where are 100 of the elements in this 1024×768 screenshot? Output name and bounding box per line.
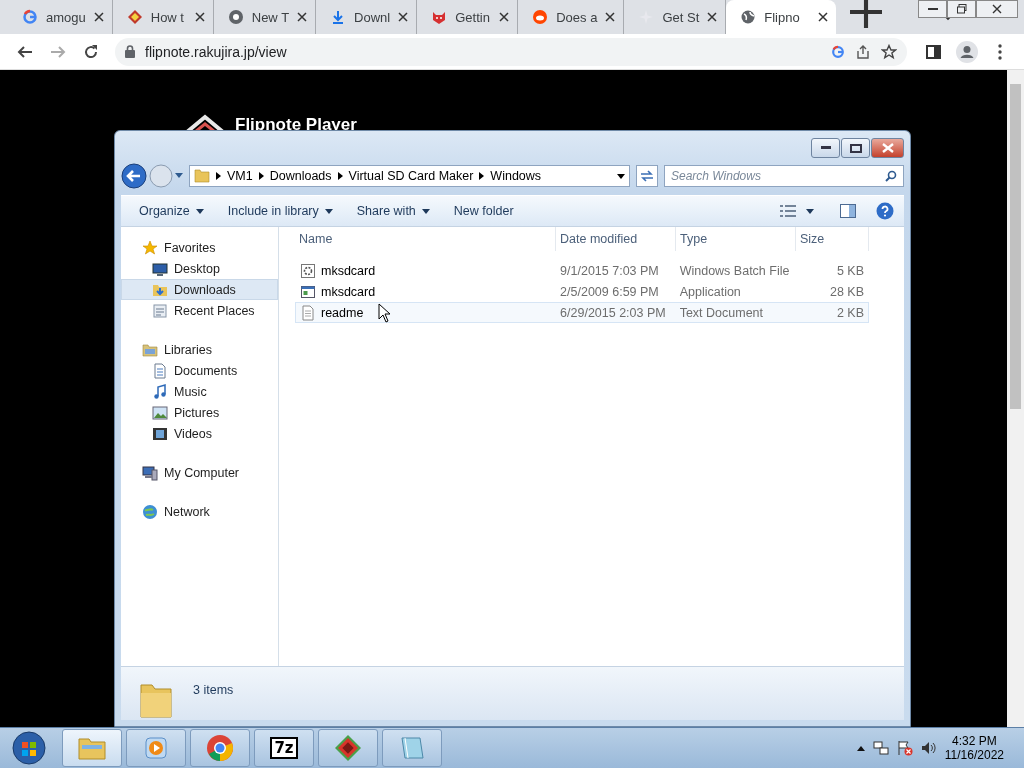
side-panel-icon[interactable] (926, 44, 941, 59)
file-row[interactable]: mksdcard 9/1/2015 7:03 PM Windows Batch File 5 KB (295, 260, 869, 281)
nav-group[interactable]: Network (121, 501, 278, 522)
date-cell-text: 2/5/2009 6:59 PM (559, 284, 660, 299)
nav-item[interactable]: Recent Places (121, 300, 278, 321)
back-icon[interactable] (121, 163, 147, 189)
application-icon (300, 283, 316, 300)
star-icon[interactable] (881, 43, 897, 60)
file-name: mksdcard (321, 284, 376, 299)
flag-icon[interactable] (896, 740, 913, 756)
breadcrumb-item[interactable]: Windows (490, 169, 542, 183)
minimize-icon (820, 146, 831, 150)
size-cell-text: 28 KB (828, 284, 865, 299)
file-name: mksdcard (321, 263, 376, 278)
address-field[interactable]: VM1 Downloads Virtual SD Card Maker Windows (189, 165, 630, 187)
nav-item[interactable]: Documents (121, 360, 278, 381)
page-heading: Flipnote Player (235, 115, 357, 135)
maximize-button[interactable] (841, 138, 870, 158)
browser-tab[interactable]: Flipno (726, 0, 837, 34)
toolbar-button[interactable]: Include in library (219, 200, 341, 222)
address-bar[interactable]: flipnote.rakujira.jp/view (115, 37, 907, 66)
taskbar-button[interactable]: 7z (254, 729, 314, 767)
toolbar-button[interactable]: Organize (131, 200, 212, 222)
chevron-right-icon[interactable] (337, 172, 343, 180)
breadcrumb-item[interactable]: VM1 (227, 169, 253, 183)
refresh-icon[interactable] (636, 165, 658, 187)
restore-button[interactable] (947, 0, 976, 18)
nav-item[interactable]: Pictures (121, 402, 278, 423)
chevron-right-icon[interactable] (479, 172, 485, 180)
desktop-icon (152, 260, 168, 277)
toolbar-button[interactable]: Share with (348, 200, 438, 222)
close-icon[interactable] (605, 12, 616, 22)
type-cell-text: Windows Batch File (678, 263, 791, 278)
nav-group[interactable]: Favorites (121, 237, 278, 258)
column-header[interactable]: Date modified (556, 227, 676, 251)
close-button[interactable] (871, 138, 904, 158)
back-icon[interactable] (16, 43, 33, 60)
close-icon[interactable] (93, 12, 104, 22)
close-icon[interactable] (818, 12, 829, 22)
music-icon (152, 383, 168, 400)
dropdown-icon[interactable] (617, 173, 625, 179)
close-icon[interactable] (297, 12, 308, 22)
network-icon[interactable] (872, 740, 889, 756)
scrollbar[interactable] (1007, 70, 1024, 727)
close-icon[interactable] (398, 12, 409, 22)
tab-favicon-icon (126, 9, 143, 25)
clock[interactable]: 4:32 PM 11/16/2022 (944, 734, 1004, 762)
breadcrumb-item[interactable]: Virtual SD Card Maker (348, 169, 474, 183)
search-field[interactable]: Search Windows (664, 165, 904, 187)
reload-icon[interactable] (82, 43, 99, 60)
chevron-right-icon[interactable] (216, 172, 221, 180)
column-header[interactable]: Name (295, 227, 556, 251)
notepad-icon (398, 735, 426, 761)
nav-group[interactable]: Libraries (121, 339, 278, 360)
volume-icon[interactable] (920, 740, 937, 756)
batch-file-icon (300, 262, 316, 279)
chevron-right-icon[interactable] (258, 172, 264, 180)
lock-icon (125, 45, 135, 58)
nav-item[interactable]: Videos (121, 423, 278, 444)
view-list-icon[interactable] (780, 205, 796, 217)
nav-item[interactable]: Music (121, 381, 278, 402)
google-icon[interactable] (831, 44, 845, 59)
type-cell-text: Application (678, 284, 742, 299)
star-icon (142, 239, 158, 256)
caret-icon[interactable] (806, 208, 814, 214)
minimize-button[interactable] (811, 138, 840, 158)
nav-item[interactable]: Desktop (121, 258, 278, 279)
close-button[interactable] (976, 0, 1018, 18)
preview-pane-icon[interactable] (840, 204, 856, 218)
close-icon[interactable] (194, 12, 205, 22)
column-header[interactable]: Size (796, 227, 869, 251)
breadcrumb-item[interactable]: Downloads (269, 169, 332, 183)
chevron-up-icon[interactable] (856, 745, 865, 751)
close-icon[interactable] (707, 12, 718, 22)
help-icon[interactable] (876, 202, 894, 220)
new-tab-icon[interactable] (850, 0, 883, 28)
folder-icon (194, 169, 210, 183)
taskbar-button[interactable] (318, 729, 378, 767)
tab-favicon-icon (431, 9, 448, 25)
media-player-icon (143, 735, 169, 761)
file-row[interactable]: mksdcard 2/5/2009 6:59 PM Application 28 KB (295, 281, 869, 302)
share-icon[interactable] (855, 43, 871, 60)
nav-group[interactable]: My Computer (121, 462, 278, 483)
taskbar-button[interactable] (190, 729, 250, 767)
minimize-button[interactable] (918, 0, 947, 18)
chrome-icon (206, 734, 234, 762)
close-icon[interactable] (499, 12, 510, 22)
search-icon (885, 170, 897, 182)
network-icon (142, 503, 158, 520)
diamond-icon (334, 734, 362, 762)
caret-icon[interactable] (175, 173, 183, 179)
file-row[interactable]: readme 6/29/2015 2:03 PM Text Document 2 KB (295, 302, 869, 323)
column-header[interactable]: Type (676, 227, 796, 251)
profile-icon[interactable] (955, 40, 978, 63)
date-cell-text: 6/29/2015 2:03 PM (559, 305, 667, 320)
toolbar-button[interactable]: New folder (445, 200, 522, 222)
tab-favicon-icon (532, 9, 549, 25)
close-icon (992, 4, 1002, 14)
nav-item[interactable]: Downloads (121, 279, 278, 300)
menu-icon[interactable] (997, 43, 1002, 60)
